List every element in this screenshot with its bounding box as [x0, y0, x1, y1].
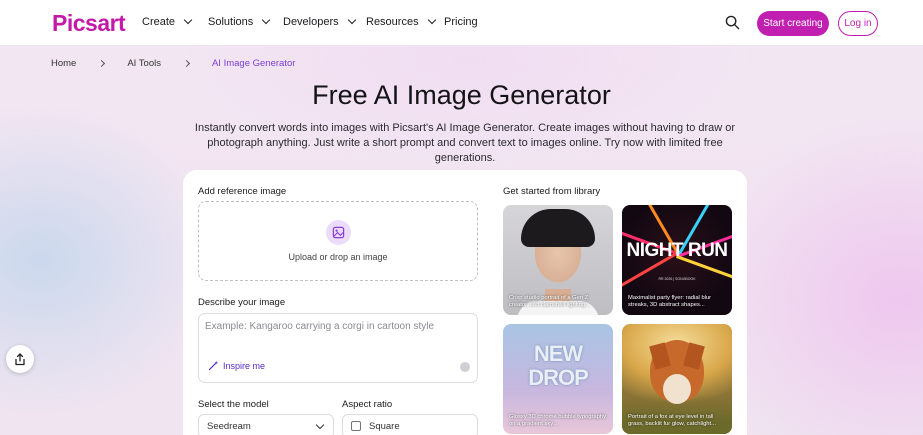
library-tile-new-drop[interactable]: NEW DROP Glossy 3D chrome bubble typogra…	[503, 324, 613, 434]
model-select[interactable]: Seedream	[198, 414, 334, 435]
breadcrumb-ai-tools[interactable]: AI Tools	[127, 58, 161, 69]
fox-ear	[683, 342, 705, 370]
upload-text: Upload or drop an image	[288, 252, 388, 262]
inspire-me-label: Inspire me	[223, 360, 266, 371]
tile-caption: Crisp studio portrait of a Gen Z creator…	[509, 295, 590, 308]
portrait-hair	[521, 209, 595, 247]
breadcrumb-home[interactable]: Home	[51, 58, 76, 69]
fox-muzzle	[663, 374, 691, 404]
aspect-ratio-value: Square	[369, 420, 400, 432]
nav-resources-label: Resources	[366, 16, 419, 28]
aspect-ratio-label: Aspect ratio	[342, 399, 393, 410]
tile-caption: Glossy 3D chrome bubble typography on a …	[509, 414, 606, 427]
nav-developers-label: Developers	[283, 16, 339, 28]
chevron-down-icon	[347, 15, 356, 25]
share-button[interactable]	[6, 345, 34, 373]
aspect-ratio-select[interactable]: Square	[342, 414, 478, 435]
magic-wand-icon	[208, 360, 219, 371]
nav-create[interactable]: Create	[142, 15, 193, 28]
library-tile-night-run[interactable]: NIGHT RUN RR 2026 | SONGBOOK Maximalist …	[622, 205, 732, 315]
fox-ear	[649, 342, 671, 370]
square-ratio-icon	[351, 421, 361, 431]
model-label: Select the model	[198, 399, 269, 410]
image-upload-icon	[326, 220, 351, 245]
chevron-down-icon	[315, 420, 325, 430]
upload-dropzone[interactable]: Upload or drop an image	[198, 201, 478, 281]
breadcrumb-current: AI Image Generator	[211, 58, 296, 69]
nav-solutions[interactable]: Solutions	[208, 15, 271, 28]
nav-create-label: Create	[142, 16, 176, 28]
night-run-art-text: NIGHT RUN	[626, 240, 728, 261]
nav-developers[interactable]: Developers	[283, 15, 356, 28]
reference-image-label: Add reference image	[198, 186, 287, 197]
library-tile-portrait[interactable]: Crisp studio portrait of a Gen Z creator…	[503, 205, 613, 315]
describe-label: Describe your image	[198, 297, 286, 308]
breadcrumb: Home AI Tools AI Image Generator	[51, 58, 295, 69]
chevron-down-icon	[183, 15, 193, 25]
login-button[interactable]: Log in	[838, 11, 878, 36]
tile-caption: Maximalist party flyer: radial blur stre…	[628, 295, 712, 308]
tile-caption: Portrait of a fox at eye level in tall g…	[628, 414, 716, 427]
start-creating-button[interactable]: Start creating	[757, 11, 829, 36]
nav-pricing[interactable]: Pricing	[444, 16, 478, 28]
new-drop-art-text: NEW DROP	[528, 341, 589, 390]
clear-icon[interactable]	[460, 362, 470, 372]
nav-resources[interactable]: Resources	[366, 15, 436, 28]
page-title: Free AI Image Generator	[312, 80, 611, 110]
search-icon[interactable]	[725, 15, 740, 30]
generator-card: Add reference image Upload or drop an im…	[183, 170, 747, 435]
share-icon	[15, 352, 25, 365]
inspire-me-button[interactable]: Inspire me	[208, 360, 265, 371]
chevron-down-icon	[262, 15, 271, 25]
top-nav: Picsart Create Solutions Developers Reso…	[0, 0, 923, 46]
page-subtitle: Instantly convert words into images with…	[194, 122, 736, 164]
nav-solutions-label: Solutions	[208, 16, 254, 28]
library-heading: Get started from library	[503, 186, 601, 197]
chevron-right-icon	[182, 59, 191, 68]
chevron-down-icon	[427, 15, 436, 25]
night-run-art-small: RR 2026 | SONGBOOK	[658, 277, 696, 281]
image-upload-glyph	[332, 226, 345, 239]
library-tile-fox[interactable]: Portrait of a fox at eye level in tall g…	[622, 324, 732, 434]
picsart-logo[interactable]: Picsart	[52, 10, 126, 37]
model-select-value: Seedream	[207, 420, 251, 432]
chevron-right-icon	[98, 59, 106, 68]
nav-pricing-label: Pricing	[444, 16, 478, 28]
prompt-textarea[interactable]: Example: Kangaroo carrying a corgi in ca…	[198, 313, 478, 383]
prompt-placeholder: Example: Kangaroo carrying a corgi in ca…	[205, 321, 435, 332]
